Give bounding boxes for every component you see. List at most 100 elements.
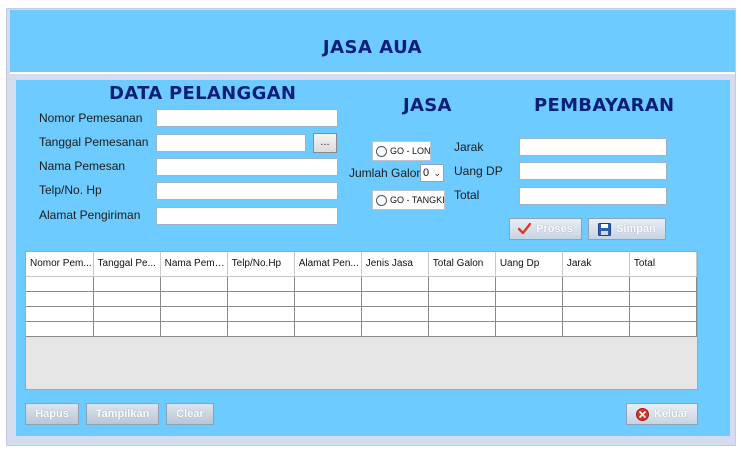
table-cell	[294, 291, 362, 307]
table-cell	[361, 306, 429, 322]
table-cell	[93, 306, 161, 322]
pembayaran-title: PEMBAYARAN	[534, 95, 675, 116]
col-total[interactable]: Total	[629, 252, 698, 277]
jumlah-galon-select[interactable]: 0 ⌄	[420, 164, 444, 182]
table-cell	[562, 321, 630, 337]
jumlah-galon-value: 0	[423, 167, 430, 179]
nomor-pemesanan-field[interactable]	[156, 109, 338, 127]
table-cell	[93, 291, 161, 307]
nomor-pemesanan-label: Nomor Pemesanan	[39, 111, 143, 125]
header-panel: JASA AUA	[10, 10, 735, 74]
simpan-button[interactable]: Simpan	[588, 218, 666, 240]
table-cell	[629, 276, 698, 292]
table-cell	[26, 321, 94, 337]
data-pelanggan-title: DATA PELANGGAN	[109, 83, 297, 104]
table-row[interactable]	[26, 276, 698, 292]
uang-dp-label: Uang DP	[454, 164, 503, 178]
col-jenis-jasa[interactable]: Jenis Jasa	[361, 252, 429, 277]
col-jarak[interactable]: Jarak	[562, 252, 630, 277]
close-circle-icon	[635, 407, 649, 421]
col-tanggal-pemesanan[interactable]: Tanggal Pe...	[93, 252, 161, 277]
table-row[interactable]	[26, 291, 698, 307]
table-cell	[629, 291, 698, 307]
go-tangki-radio[interactable]: GO - TANGKI	[372, 190, 445, 210]
tampilkan-button[interactable]: Tampilkan	[86, 403, 159, 425]
radio-circle-icon	[376, 194, 387, 206]
table-cell	[160, 306, 228, 322]
table-cell	[428, 291, 496, 307]
checkmark-icon	[518, 223, 532, 235]
table-cell	[428, 321, 496, 337]
table-cell	[428, 306, 496, 322]
jumlah-galon-label: Jumlah Galon	[349, 166, 424, 180]
table-cell	[361, 291, 429, 307]
table-cell	[26, 276, 94, 292]
table-cell	[26, 306, 94, 322]
proses-button[interactable]: Proses	[509, 218, 582, 240]
tanggal-pemesanan-label: Tanggal Pemesanan	[39, 135, 149, 149]
table-cell	[294, 306, 362, 322]
table-row[interactable]	[26, 321, 698, 337]
uang-dp-field[interactable]	[519, 162, 667, 180]
table-cell	[160, 291, 228, 307]
table-cell	[93, 276, 161, 292]
table-cell	[495, 291, 563, 307]
date-picker-button[interactable]: ...	[313, 133, 337, 153]
floppy-disk-icon	[598, 222, 612, 236]
table-cell	[93, 321, 161, 337]
telp-label: Telp/No. Hp	[39, 183, 102, 197]
chevron-down-icon: ⌄	[433, 168, 441, 178]
nama-pemesan-field[interactable]	[156, 158, 338, 176]
keluar-label: Keluar	[653, 408, 689, 420]
table-cell	[160, 321, 228, 337]
total-field[interactable]	[519, 187, 667, 205]
alamat-pengiriman-field[interactable]	[156, 207, 338, 225]
radio-circle-icon	[376, 145, 387, 157]
table-cell	[160, 276, 228, 292]
table-cell	[428, 276, 496, 292]
col-nomor-pemesanan[interactable]: Nomor Pem...	[26, 252, 94, 277]
go-lon-radio[interactable]: GO - LON	[372, 141, 431, 161]
col-total-galon[interactable]: Total Galon	[428, 252, 496, 277]
jarak-label: Jarak	[454, 140, 484, 154]
table-cell	[361, 321, 429, 337]
table-cell	[495, 306, 563, 322]
go-tangki-label: GO - TANGKI	[390, 195, 445, 205]
keluar-button[interactable]: Keluar	[626, 403, 698, 425]
table-cell	[629, 321, 698, 337]
col-uang-dp[interactable]: Uang Dp	[495, 252, 563, 277]
telp-field[interactable]	[156, 182, 338, 200]
jarak-field[interactable]	[519, 138, 667, 156]
jasa-title: JASA	[403, 95, 452, 116]
orders-table: Nomor Pem... Tanggal Pe... Nama Peme... …	[26, 252, 698, 337]
table-cell	[294, 321, 362, 337]
table-cell	[495, 276, 563, 292]
data-table[interactable]: Nomor Pem... Tanggal Pe... Nama Peme... …	[25, 251, 698, 390]
clear-button[interactable]: Clear	[166, 403, 214, 425]
app-title: JASA AUA	[322, 37, 423, 58]
nama-pemesan-label: Nama Pemesan	[39, 159, 126, 173]
table-header-row: Nomor Pem... Tanggal Pe... Nama Peme... …	[26, 252, 698, 277]
table-cell	[227, 276, 295, 292]
table-row[interactable]	[26, 306, 698, 322]
hapus-button[interactable]: Hapus	[25, 403, 79, 425]
tampilkan-label: Tampilkan	[95, 408, 150, 420]
col-telp[interactable]: Telp/No.Hp	[227, 252, 295, 277]
simpan-label: Simpan	[616, 223, 656, 235]
total-label: Total	[454, 188, 480, 202]
table-cell	[227, 321, 295, 337]
col-nama-pemesan[interactable]: Nama Peme...	[160, 252, 228, 277]
tanggal-pemesanan-field[interactable]	[156, 134, 306, 152]
col-alamat[interactable]: Alamat Pen...	[294, 252, 362, 277]
table-cell	[562, 306, 630, 322]
table-cell	[26, 291, 94, 307]
proses-label: Proses	[536, 223, 573, 235]
form-panel: DATA PELANGGAN Nomor Pemesanan Tanggal P…	[16, 80, 730, 436]
table-cell	[629, 306, 698, 322]
hapus-label: Hapus	[35, 408, 69, 420]
alamat-pengiriman-label: Alamat Pengiriman	[39, 208, 141, 222]
table-cell	[294, 276, 362, 292]
table-cell	[227, 291, 295, 307]
table-cell	[562, 291, 630, 307]
table-cell	[495, 321, 563, 337]
